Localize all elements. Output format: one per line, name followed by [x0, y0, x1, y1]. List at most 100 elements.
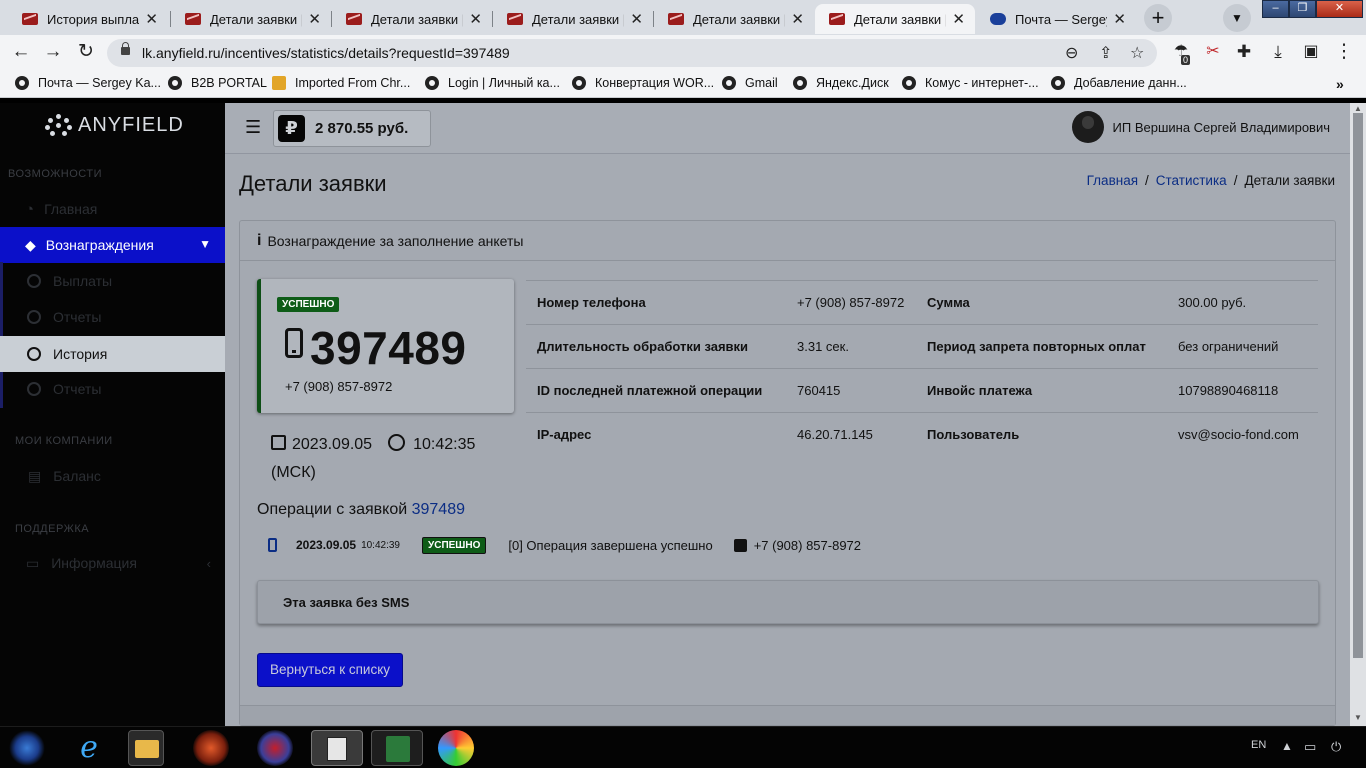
close-tab-icon[interactable]: ✕ — [145, 10, 158, 28]
operations-title: Операции с заявкой 397489 — [257, 501, 465, 519]
sidebar-item-balance[interactable]: ▤ Баланс — [0, 458, 225, 494]
breadcrumb-home-link[interactable]: Главная — [1087, 173, 1138, 188]
tab-strip: История выплат | Л ✕ Детали заявки | Л ✕… — [0, 0, 1366, 35]
notepad-icon[interactable] — [311, 730, 363, 766]
tab-title: Детали заявки | Л — [371, 11, 463, 27]
balance-widget[interactable]: ₽ 2 870.55 руб. — [273, 110, 431, 147]
tab-details-active[interactable]: Детали заявки | Л ✕ — [815, 4, 975, 34]
power-icon[interactable]: ⏻ — [1331, 739, 1341, 755]
close-tab-icon[interactable]: ✕ — [630, 10, 643, 28]
zoom-icon[interactable]: ⊖ — [1065, 43, 1078, 63]
tab-mail[interactable]: Почта — Sergey K ✕ — [976, 4, 1136, 34]
detail-value: vsv@socio-fond.com — [1178, 427, 1299, 442]
site-favicon-icon — [507, 13, 523, 25]
language-indicator[interactable]: EN — [1251, 739, 1266, 751]
page-title: Детали заявки — [239, 171, 387, 196]
browser-menu-icon[interactable]: ⋮ — [1333, 41, 1355, 63]
sidebar-item-reports[interactable]: Отчеты — [0, 299, 225, 335]
sidebar-item-reports-2[interactable]: Отчеты — [0, 371, 225, 407]
extensions-puzzle-icon[interactable]: ✚ — [1233, 41, 1255, 63]
bookmark-item[interactable]: Imported From Chr... — [272, 76, 410, 90]
bookmark-star-icon[interactable]: ☆ — [1130, 43, 1144, 63]
close-tab-icon[interactable]: ✕ — [469, 10, 482, 28]
share-icon[interactable]: ⇪ — [1099, 43, 1112, 63]
sidebar-item-rewards[interactable]: ◆ Вознаграждения ▼ — [0, 227, 225, 263]
new-tab-plus-icon[interactable]: + — [1144, 4, 1172, 32]
start-button-icon[interactable] — [9, 730, 45, 766]
address-bar[interactable]: lk.anyfield.ru/incentives/statistics/det… — [107, 39, 1157, 67]
breadcrumb-stats-link[interactable]: Статистика — [1156, 173, 1227, 188]
side-panel-icon[interactable]: ▣ — [1300, 41, 1322, 63]
scroll-up-icon[interactable]: ▲ — [1354, 104, 1362, 113]
logo[interactable]: ANYFIELD — [44, 113, 184, 137]
app-icon[interactable] — [257, 730, 293, 766]
close-tab-icon[interactable]: ✕ — [952, 10, 965, 28]
paint-icon[interactable] — [438, 730, 474, 766]
site-favicon-icon — [185, 13, 201, 25]
details-table: Номер телефона +7 (908) 857-8972 Сумма 3… — [526, 280, 1318, 456]
tab-search-chevron-icon[interactable]: ▼ — [1223, 4, 1251, 32]
forward-arrow-icon[interactable]: → — [42, 41, 64, 63]
circle-icon — [27, 347, 41, 361]
network-icon[interactable]: ▭ — [1304, 739, 1316, 755]
bookmark-item[interactable]: Конвертация WOR... — [572, 76, 714, 90]
bookmark-item[interactable]: Почта — Sergey Ka... — [15, 76, 161, 90]
breadcrumb: Главная / Статистика / Детали заявки — [1087, 173, 1335, 188]
scrollbar-thumb[interactable] — [1353, 113, 1363, 658]
close-tab-icon[interactable]: ✕ — [1113, 10, 1126, 28]
request-date: 2023.09.05 — [292, 436, 373, 453]
user-menu[interactable]: ИП Вершина Сергей Владимирович — [1071, 111, 1330, 143]
url-text: lk.anyfield.ru/incentives/statistics/det… — [142, 45, 510, 61]
sidebar-item-label: Баланс — [53, 468, 101, 484]
tab-details-3[interactable]: Детали заявки | Л ✕ — [493, 4, 653, 34]
operation-message: [0] Операция завершена успешно — [508, 537, 713, 553]
sidebar-item-info[interactable]: ▭ Информация ‹ — [0, 545, 225, 581]
back-arrow-icon[interactable]: ← — [10, 41, 32, 63]
page-scrollbar[interactable]: ▲ ▼ — [1350, 103, 1366, 726]
bookmark-item[interactable]: Добавление данн... — [1051, 76, 1187, 90]
tab-history[interactable]: История выплат | Л ✕ — [8, 4, 168, 34]
sidebar-item-payouts[interactable]: Выплаты — [0, 263, 225, 299]
back-to-list-button[interactable]: Вернуться к списку — [257, 653, 403, 687]
bookmark-item[interactable]: Gmail — [722, 76, 778, 90]
tab-details-1[interactable]: Детали заявки | Л ✕ — [171, 4, 331, 34]
scroll-down-icon[interactable]: ▼ — [1354, 713, 1362, 722]
site-favicon-icon — [22, 13, 38, 25]
bookmark-label: B2B PORTAL — [191, 76, 267, 90]
tray-arrow-icon[interactable]: ▲ — [1281, 739, 1293, 753]
screen: { "browser": { "tabs": [ {"title": "Исто… — [0, 0, 1366, 768]
avatar — [1071, 111, 1104, 143]
reload-icon[interactable]: ↻ — [75, 41, 97, 63]
mobile-phone-icon — [285, 328, 303, 358]
tab-details-4[interactable]: Детали заявки | Л ✕ — [654, 4, 814, 34]
sidebar-item-home[interactable]: ◔ Главная — [0, 191, 225, 227]
operation-time: 10:42:39 — [361, 539, 400, 551]
no-sms-text: Эта заявка без SMS — [283, 595, 410, 610]
close-tab-icon[interactable]: ✕ — [791, 10, 804, 28]
minimize-icon[interactable]: – — [1262, 0, 1289, 18]
bookmark-item[interactable]: Комус - интернет-... — [902, 76, 1039, 90]
sidebar-item-label: Главная — [44, 201, 98, 217]
detail-value: 760415 — [797, 383, 841, 398]
internet-explorer-icon[interactable]: e — [71, 730, 107, 766]
hamburger-menu-icon[interactable]: ☰ — [245, 117, 261, 138]
extension-badge: 0 — [1181, 55, 1191, 65]
bookmark-item[interactable]: Login | Личный ка... — [425, 76, 560, 90]
bookmarks-overflow-icon[interactable]: » — [1336, 76, 1344, 92]
close-window-icon[interactable]: ✕ — [1316, 0, 1363, 18]
bookmark-label: Gmail — [745, 76, 778, 90]
tab-details-2[interactable]: Детали заявки | Л ✕ — [332, 4, 492, 34]
bookmark-item[interactable]: Яндекс.Диск — [793, 76, 889, 90]
card-title: Вознаграждение за заполнение анкеты — [267, 232, 524, 249]
close-tab-icon[interactable]: ✕ — [308, 10, 321, 28]
file-explorer-icon[interactable] — [128, 730, 164, 766]
maximize-icon[interactable]: ❐ — [1289, 0, 1316, 18]
app-icon[interactable] — [193, 730, 229, 766]
download-icon[interactable]: ⤓ — [1267, 41, 1289, 63]
bookmark-item[interactable]: B2B PORTAL — [168, 76, 267, 90]
extension-red-icon[interactable]: ✂ — [1202, 41, 1224, 63]
detail-label: Инвойс платежа — [927, 383, 1033, 398]
operations-request-id[interactable]: 397489 — [412, 501, 465, 518]
sidebar-item-history[interactable]: История — [0, 336, 225, 372]
excel-icon[interactable] — [371, 730, 423, 766]
